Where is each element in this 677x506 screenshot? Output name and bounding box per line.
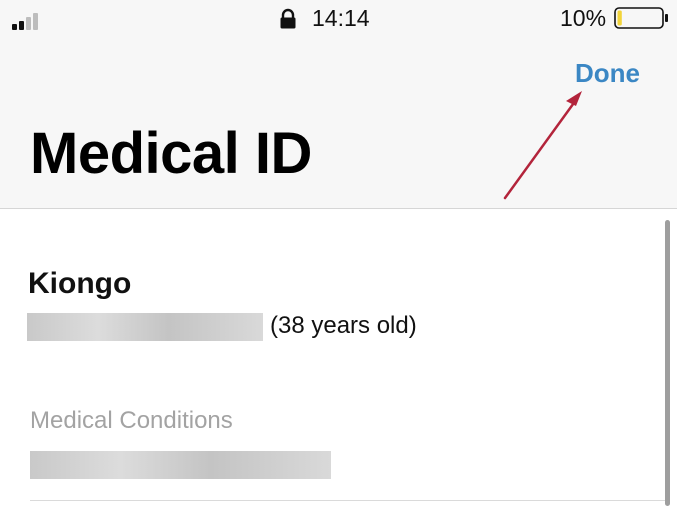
orientation-lock-icon	[280, 8, 296, 29]
medical-conditions-label: Medical Conditions	[30, 407, 233, 434]
cellular-signal-icon	[12, 10, 52, 30]
header: 14:14 10% Done Medical ID	[0, 0, 677, 209]
redacted-birthdate	[27, 313, 263, 341]
scrollbar[interactable]	[665, 220, 670, 506]
done-button[interactable]: Done	[575, 57, 640, 89]
battery-low-icon	[614, 7, 668, 29]
medical-id-screen: 14:14 10% Done Medical ID Kiongo (38 yea…	[0, 0, 677, 506]
age-text: (38 years old)	[270, 312, 417, 339]
person-name: Kiongo	[28, 267, 132, 300]
battery-percentage: 10%	[560, 5, 607, 31]
status-time: 14:14	[312, 5, 370, 31]
divider	[30, 500, 670, 501]
page-title: Medical ID	[30, 121, 312, 186]
redacted-medical-conditions	[30, 451, 331, 479]
